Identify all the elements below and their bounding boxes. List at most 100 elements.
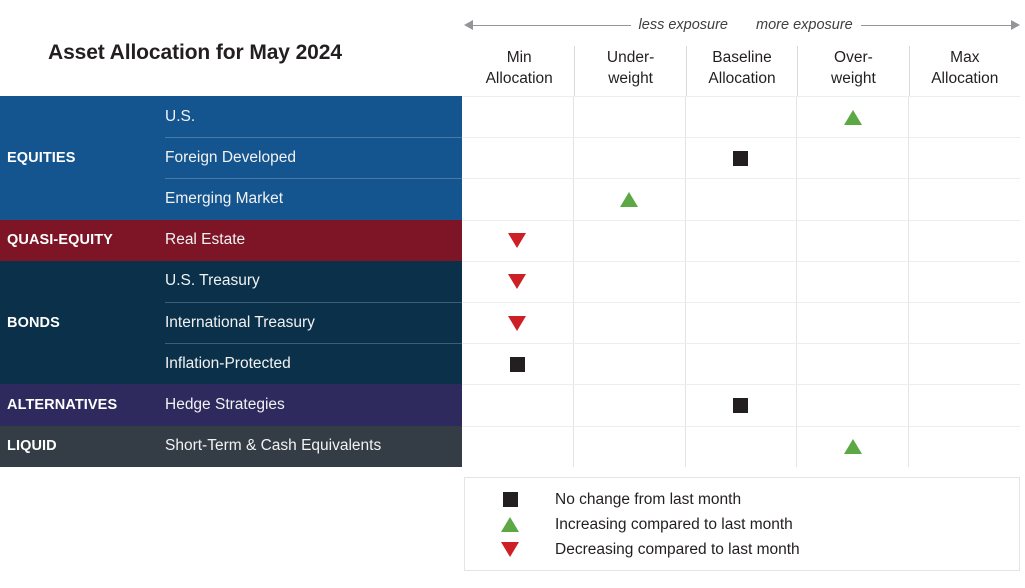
asset-group-rows: Hedge Strategies — [165, 384, 1020, 426]
table-row[interactable]: Inflation-Protected — [165, 343, 1020, 385]
allocation-cell[interactable] — [908, 220, 1020, 261]
allocation-cell[interactable] — [684, 220, 797, 261]
allocation-cells — [462, 178, 1020, 220]
table-row[interactable]: Emerging Market — [165, 178, 1020, 220]
column-header-line1: Min — [506, 49, 532, 66]
allocation-cell[interactable] — [462, 303, 573, 343]
table-row[interactable]: Real Estate — [165, 219, 1020, 261]
allocation-cell[interactable] — [684, 261, 797, 302]
triangle-up-icon — [501, 517, 519, 532]
allocation-cell[interactable] — [572, 302, 685, 344]
allocation-cell[interactable] — [796, 302, 908, 344]
square-icon — [509, 356, 525, 372]
allocation-cell[interactable] — [796, 426, 908, 467]
table-row[interactable]: U.S. — [165, 96, 1020, 138]
asset-group-rows: U.S. Foreign Developed Emerging Market — [165, 96, 1020, 220]
allocation-cell[interactable] — [796, 179, 908, 220]
arrow-right-icon — [1011, 20, 1020, 30]
column-header: Under-weight — [574, 46, 685, 96]
allocation-cell[interactable] — [796, 220, 908, 261]
allocation-cell[interactable] — [462, 138, 573, 178]
square-icon — [733, 150, 749, 166]
asset-group-label: EQUITIES — [7, 149, 76, 166]
asset-name: International Treasury — [165, 301, 462, 343]
allocation-cells — [462, 96, 1020, 138]
column-header: Min Allocation — [464, 46, 574, 96]
legend-glyph — [465, 542, 555, 557]
allocation-cell[interactable] — [572, 385, 685, 426]
asset-group-label: BONDS — [7, 314, 60, 331]
legend-item: No change from last month — [465, 487, 1019, 512]
column-header-line2: Allocation — [931, 70, 999, 87]
allocation-cell[interactable] — [572, 138, 685, 179]
table-row[interactable]: U.S. Treasury — [165, 260, 1020, 302]
allocation-cell[interactable] — [462, 179, 573, 219]
allocation-cells — [462, 260, 1020, 302]
allocation-cell[interactable] — [572, 261, 685, 302]
legend-label: Decreasing compared to last month — [555, 540, 800, 558]
allocation-cell[interactable] — [908, 179, 1020, 220]
allocation-cell[interactable] — [684, 426, 797, 467]
asset-name: Inflation-Protected — [165, 343, 462, 384]
allocation-cell[interactable] — [572, 344, 685, 385]
allocation-cell[interactable] — [684, 344, 797, 385]
triangle-up-icon — [843, 439, 862, 455]
column-header-line1: Max — [950, 49, 980, 66]
column-header-line1: Under- — [606, 49, 655, 66]
allocation-cell[interactable] — [462, 262, 573, 302]
exposure-axis: less exposure more exposure — [464, 12, 1020, 38]
allocation-cell[interactable] — [908, 97, 1020, 138]
asset-group-label: ALTERNATIVES — [7, 396, 118, 413]
allocation-cell[interactable] — [908, 426, 1020, 467]
column-header-line2: Allocation — [708, 70, 776, 87]
allocation-cell[interactable] — [572, 179, 685, 220]
allocation-cell[interactable] — [908, 302, 1020, 344]
axis-line-right — [860, 24, 1011, 26]
column-header-line2: weight — [831, 70, 876, 87]
allocation-cell[interactable] — [684, 302, 797, 344]
legend-item: Increasing compared to last month — [465, 512, 1019, 537]
arrow-left-icon — [464, 20, 473, 30]
allocation-cell[interactable] — [684, 138, 797, 179]
table-row[interactable]: Short-Term & Cash Equivalents — [165, 425, 1020, 467]
allocation-cell[interactable] — [572, 97, 685, 138]
allocation-cell[interactable] — [908, 344, 1020, 385]
column-header: Over-weight — [797, 46, 908, 96]
allocation-cells — [462, 425, 1020, 467]
asset-group: QUASI-EQUITY Real Estate — [0, 219, 1020, 261]
allocation-cell[interactable] — [572, 426, 685, 467]
allocation-cell[interactable] — [908, 261, 1020, 302]
allocation-cell[interactable] — [796, 344, 908, 385]
triangle-down-icon — [508, 315, 527, 331]
asset-group-rows: Real Estate — [165, 219, 1020, 261]
allocation-cell[interactable] — [908, 385, 1020, 426]
table-row[interactable]: Hedge Strategies — [165, 384, 1020, 426]
allocation-cell[interactable] — [796, 385, 908, 426]
allocation-cell[interactable] — [908, 138, 1020, 179]
asset-group-label: QUASI-EQUITY — [7, 232, 113, 249]
table-row[interactable]: Foreign Developed — [165, 137, 1020, 179]
allocation-table: EQUITIES U.S. Foreign Developed Emerging Ma… — [0, 96, 1020, 467]
triangle-down-icon — [501, 542, 519, 557]
allocation-cells — [462, 137, 1020, 179]
allocation-cell[interactable] — [796, 138, 908, 179]
table-row[interactable]: International Treasury — [165, 301, 1020, 344]
allocation-cell[interactable] — [684, 97, 797, 138]
less-exposure-label: less exposure — [638, 17, 728, 33]
allocation-cell[interactable] — [684, 179, 797, 220]
allocation-cell[interactable] — [684, 385, 797, 426]
asset-group-rows: Short-Term & Cash Equivalents — [165, 425, 1020, 467]
legend-glyph — [465, 517, 555, 532]
allocation-cell[interactable] — [462, 97, 573, 137]
more-exposure-label: more exposure — [756, 17, 853, 33]
allocation-cell[interactable] — [462, 344, 573, 384]
allocation-cell[interactable] — [796, 261, 908, 302]
exposure-axis-left: less exposure — [464, 12, 742, 38]
allocation-cell[interactable] — [796, 97, 908, 138]
allocation-cell[interactable] — [462, 221, 573, 261]
allocation-cell[interactable] — [462, 427, 573, 467]
asset-name: Foreign Developed — [165, 137, 462, 178]
triangle-down-icon — [508, 274, 527, 290]
allocation-cell[interactable] — [462, 385, 573, 425]
allocation-cell[interactable] — [572, 220, 685, 261]
